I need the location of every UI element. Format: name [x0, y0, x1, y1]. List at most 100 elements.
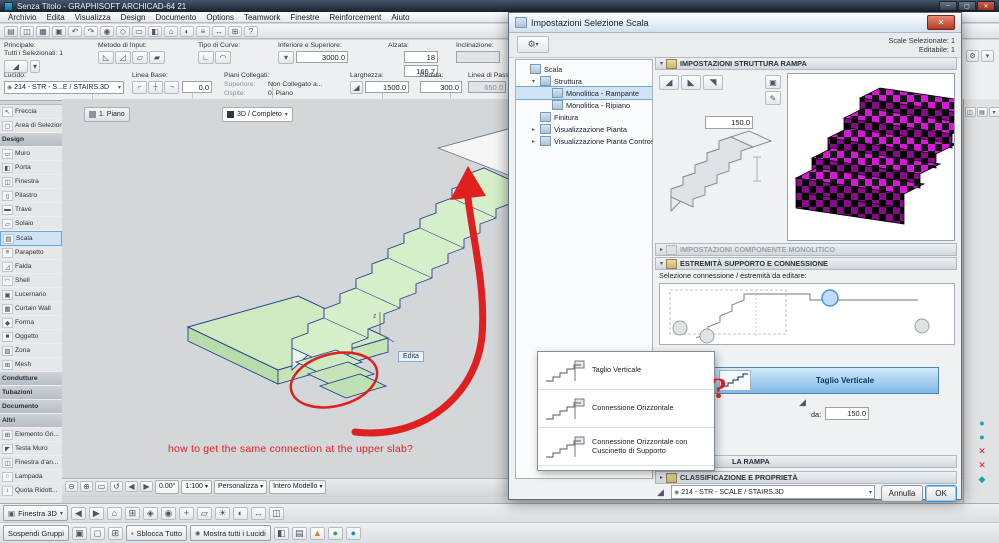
stair-structure-1-icon[interactable]: ◢ — [659, 75, 679, 90]
menu-item[interactable]: Documento — [151, 13, 200, 22]
home-story-icon[interactable]: ⌂ — [164, 25, 178, 37]
edit-plane-icon[interactable]: ▱ — [196, 506, 212, 520]
height-link-icon[interactable]: ▾ — [278, 51, 294, 64]
slab-thickness-field[interactable]: 150.0 — [705, 116, 753, 129]
zoom-in-icon[interactable]: ⊕ — [80, 481, 93, 492]
dialog-close-icon[interactable]: ✕ — [927, 15, 955, 30]
tool-caret-icon[interactable]: ▾ — [30, 60, 40, 73]
scale-selector[interactable]: 1:100 ▾ — [181, 479, 212, 494]
toolbox-item[interactable]: ◧ Porta — [0, 161, 62, 175]
layer-combo[interactable]: ◉ 214 - STR - S...E / STAIRS.3D ▾ — [4, 81, 124, 94]
cut-offset-field[interactable]: 150.0 — [825, 407, 869, 420]
selected-connection-bar[interactable]: Taglio Verticale — [713, 367, 939, 394]
curve-arc-icon[interactable]: ◠ — [215, 51, 231, 64]
tree-item[interactable]: Finitura — [516, 111, 652, 123]
tree-item[interactable]: Scala — [516, 63, 652, 75]
status-blue-icon[interactable]: ● — [345, 526, 361, 540]
toolbox-item[interactable]: ▭ Muro — [0, 147, 62, 161]
tree-item[interactable]: ▸ Visualizzazione Pianta — [516, 123, 652, 135]
curve-straight-icon[interactable]: ∟ — [198, 51, 214, 64]
toolbox-item[interactable]: ≡ Parapetto — [0, 246, 62, 260]
toolbox-item[interactable]: ▯ Pilastro — [0, 189, 62, 203]
menu-item[interactable]: Visualizza — [71, 13, 115, 22]
teamwork-icon[interactable]: ⊞ — [228, 25, 242, 37]
render-icon[interactable]: ◐ — [180, 25, 194, 37]
stair-structure-3-icon[interactable]: ◥ — [703, 75, 723, 90]
toolbox-item[interactable]: ▦ Curtain Wall — [0, 302, 62, 316]
minimize-icon[interactable]: – — [939, 1, 957, 11]
view-mode-selector[interactable]: Intero Modello ▾ — [269, 479, 327, 494]
connection-option[interactable]: Connessione Orizzontale — [538, 390, 714, 428]
zoom-mode-selector[interactable]: Personalizza ▾ — [213, 479, 268, 494]
toolbox-item[interactable]: Tubazioni — [0, 386, 62, 400]
nav-back-icon[interactable]: ◀ — [70, 506, 86, 520]
toolbox-item[interactable]: ▣ Lucernario — [0, 288, 62, 302]
zoom-out-icon[interactable]: ⊖ — [65, 481, 78, 492]
baseline-right-icon[interactable]: ¬ — [164, 81, 179, 94]
tree-item[interactable]: Monolitica - Rampante — [516, 86, 652, 100]
rotation-field[interactable]: 0.00° — [155, 479, 180, 494]
walking-line-field[interactable]: 650.0 — [468, 81, 506, 93]
riser-count-field[interactable]: 18 — [404, 51, 438, 63]
tree-item[interactable]: Monolitica - Ripiano — [516, 99, 652, 111]
toolbox-item[interactable]: ▬ Trave — [0, 203, 62, 217]
unlock-all-button[interactable]: ▪ Sblocca Tutto — [125, 525, 187, 541]
dialog-titlebar[interactable]: Impostazioni Selezione Scala ✕ — [509, 13, 961, 33]
group-icon[interactable]: ▣ — [71, 526, 87, 540]
new-file-icon[interactable]: ▤ — [4, 25, 18, 37]
panel-window-icon[interactable]: ◫ — [964, 107, 976, 117]
toolbox-item[interactable]: Documento — [0, 400, 62, 414]
slope-field[interactable] — [456, 51, 500, 63]
total-rise-field[interactable]: 3000.0 — [296, 51, 348, 63]
orbit-icon[interactable]: ↺ — [110, 481, 123, 492]
filter-icon[interactable]: ▤ — [291, 526, 307, 540]
notify-diamond-icon[interactable]: ◆ — [976, 473, 989, 485]
upper-link-value[interactable]: Non Collegato a... — [268, 81, 322, 88]
help-icon[interactable]: ? — [244, 25, 258, 37]
error-1-icon[interactable]: ✕ — [976, 445, 989, 457]
dialog-layer-combo[interactable]: ◉ 214 - STR - SCALE / STAIRS.3D ▾ — [671, 485, 875, 499]
grid-snap-icon[interactable]: ⊞ — [124, 506, 140, 520]
toolbox-item[interactable]: ◿ Falda — [0, 260, 62, 274]
stair-structure-2-icon[interactable]: ◣ — [681, 75, 701, 90]
tread-field[interactable]: 300.0 — [420, 81, 462, 93]
toolbox-item[interactable]: Condutture — [0, 372, 62, 386]
notify-teal-1-icon[interactable]: ● — [976, 417, 989, 429]
menu-item[interactable]: Archivio — [4, 13, 40, 22]
menu-item[interactable]: Aiuto — [387, 13, 413, 22]
toolbox-item[interactable]: Altri — [0, 414, 62, 428]
toolbox-item[interactable]: ■ Oggetto — [0, 330, 62, 344]
host-story-value[interactable]: 0. Piano — [268, 90, 293, 97]
toolbox-item[interactable]: ◠ Shell — [0, 274, 62, 288]
favorites-button[interactable]: ⚙ ▾ — [517, 36, 549, 53]
ruler-icon[interactable]: ↔ — [250, 506, 266, 520]
guides-icon[interactable]: ◈ — [142, 506, 158, 520]
next-view-icon[interactable]: ▶ — [140, 481, 153, 492]
toolbox-item[interactable]: Design — [0, 133, 62, 147]
expander-icon[interactable]: ▸ — [530, 126, 537, 133]
ungroup-icon[interactable]: ◻ — [89, 526, 105, 540]
toolbox-item[interactable]: ◫ Finestra d'an... — [0, 456, 62, 470]
cancel-button[interactable]: Annulla — [881, 485, 923, 502]
ok-button[interactable]: OK — [925, 485, 957, 502]
autogroup-icon[interactable]: ⊞ — [107, 526, 123, 540]
input-method-flight-icon[interactable]: ◿ — [115, 51, 131, 64]
open-file-icon[interactable]: ◫ — [20, 25, 34, 37]
print-icon[interactable]: ▣ — [52, 25, 66, 37]
section-structure-header[interactable]: ▾ IMPOSTAZIONI STRUTTURA RAMPA — [655, 57, 957, 70]
options-icon[interactable]: ◇ — [116, 25, 130, 37]
toolbox-item[interactable]: ↕ Quota Ridott... — [0, 484, 62, 498]
stair-3d-preview[interactable] — [787, 73, 990, 241]
preview-edit-icon[interactable]: ✎ — [765, 91, 781, 105]
baseline-center-icon[interactable]: ┼ — [148, 81, 163, 94]
panel-list-icon[interactable]: ▤ — [976, 107, 988, 117]
panel-pin-icon[interactable]: ▾ — [981, 50, 994, 62]
titlebar[interactable]: Senza Titolo - GRAPHISOFT ARCHICAD-64 21… — [0, 0, 999, 12]
suspend-groups-button[interactable]: Sospendi Gruppi — [3, 525, 69, 541]
toolbox-item[interactable]: ▱ Solaio — [0, 217, 62, 231]
layers-icon[interactable]: ≡ — [196, 25, 210, 37]
toolbox-item[interactable]: ○ Lampada — [0, 470, 62, 484]
fit-window-icon[interactable]: ↔ — [212, 25, 226, 37]
renovation-icon[interactable]: ◧ — [273, 526, 289, 540]
menu-item[interactable]: Finestre — [286, 13, 323, 22]
